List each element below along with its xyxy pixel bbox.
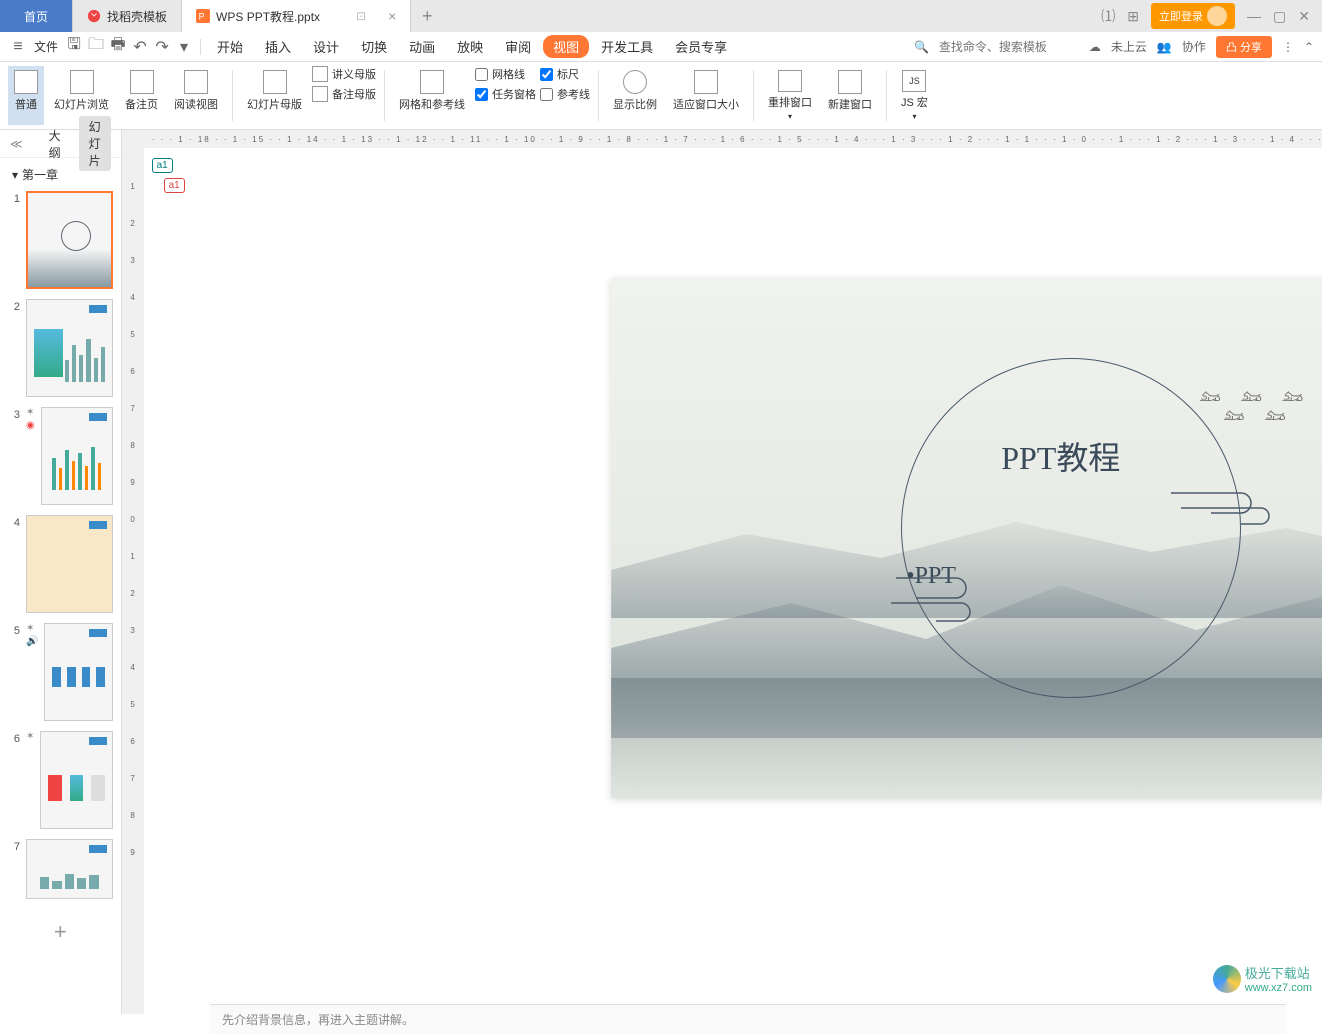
- horizontal-ruler[interactable]: · · · 1 · 18 · · 1 · 15 · · 1 · 14 · · 1…: [122, 130, 1322, 148]
- view-jsmacro[interactable]: JSJS 宏 ▾: [895, 66, 934, 125]
- mountain-bg: [611, 678, 1322, 798]
- view-notesmaster[interactable]: 备注母版: [312, 86, 376, 102]
- check-ruler[interactable]: [540, 68, 553, 81]
- collab-icon[interactable]: 👥: [1157, 40, 1172, 54]
- hamburger-icon[interactable]: ≡: [8, 37, 28, 57]
- slide-thumb-1[interactable]: [26, 191, 113, 289]
- close-icon[interactable]: ×: [388, 8, 396, 24]
- tab-transition[interactable]: 切换: [351, 37, 397, 56]
- tab-start[interactable]: 开始: [207, 37, 253, 56]
- check-guides[interactable]: [540, 88, 553, 101]
- tab-insert[interactable]: 插入: [255, 37, 301, 56]
- watermark: 极光下载站www.xz7.com: [1213, 963, 1312, 994]
- audio-icon: 🔊: [26, 636, 38, 647]
- slide-number: 4: [8, 515, 20, 613]
- tab-view[interactable]: 视图: [543, 35, 589, 58]
- pane-icon[interactable]: ⑴: [1101, 6, 1115, 26]
- embed-icon: ◉: [26, 420, 35, 431]
- tab-current-file[interactable]: P WPS PPT教程.pptx ⊡ ×: [182, 0, 411, 32]
- collapse-panel-icon[interactable]: ≪: [10, 137, 23, 151]
- svg-text:P: P: [199, 12, 205, 22]
- comment-marker-a1[interactable]: a1: [152, 158, 173, 173]
- tab-show[interactable]: 放映: [447, 37, 493, 56]
- save-icon[interactable]: 🖫: [64, 37, 84, 57]
- add-slide-button[interactable]: +: [8, 909, 113, 955]
- tab-home[interactable]: 首页: [0, 0, 73, 32]
- check-taskpane[interactable]: [475, 88, 488, 101]
- view-gridguides[interactable]: 网格和参考线: [393, 66, 471, 125]
- comment-marker-a1-reply[interactable]: a1: [164, 178, 185, 193]
- tab-devtools[interactable]: 开发工具: [591, 37, 663, 56]
- slide-number: 2: [8, 299, 20, 397]
- view-slidemaster[interactable]: 幻灯片母版: [241, 66, 308, 125]
- tab-templates[interactable]: 找稻壳模板: [73, 0, 182, 32]
- view-normal[interactable]: 普通: [8, 66, 44, 125]
- search-input[interactable]: [939, 40, 1079, 54]
- print-icon[interactable]: 🖶: [108, 37, 128, 57]
- chapter-heading[interactable]: ▾ 第一章: [0, 158, 121, 191]
- view-reading[interactable]: 阅读视图: [168, 66, 224, 125]
- new-tab-button[interactable]: +: [411, 6, 443, 27]
- tab-review[interactable]: 审阅: [495, 37, 541, 56]
- collapse-ribbon-icon[interactable]: ⌃: [1304, 40, 1314, 54]
- check-gridlines[interactable]: [475, 68, 488, 81]
- dropdown-icon[interactable]: ▾: [174, 37, 194, 57]
- view-arrangewin[interactable]: 重排窗口 ▾: [762, 66, 818, 125]
- slide-number: 1: [8, 191, 20, 289]
- tab-menu-icon[interactable]: ⊡: [356, 9, 366, 23]
- slide-canvas[interactable]: PPT教程 •PPT 𐦐 𐦐 𐦐 𐦐 𐦐: [611, 278, 1322, 798]
- title-tabbar: 首页 找稻壳模板 P WPS PPT教程.pptx ⊡ × + ⑴ ⊞ 立即登录…: [0, 0, 1322, 32]
- slide-thumb-4[interactable]: [26, 515, 113, 613]
- slide-thumb-2[interactable]: [26, 299, 113, 397]
- minimize-icon[interactable]: —: [1247, 8, 1261, 24]
- anim-icon: ✶: [26, 623, 38, 634]
- canvas-area[interactable]: a1 a1 PPT教程 •PPT 𐦐 𐦐 𐦐 𐦐 𐦐 整套 背景: [144, 148, 1322, 1014]
- ppt-icon: P: [196, 9, 210, 23]
- redo-icon[interactable]: ↷: [152, 37, 172, 57]
- outline-tab[interactable]: 大纲: [39, 125, 71, 163]
- slide-thumb-5[interactable]: [44, 623, 112, 721]
- birds-icon: 𐦐 𐦐 𐦐 𐦐 𐦐: [1199, 388, 1311, 426]
- tab-animation[interactable]: 动画: [399, 37, 445, 56]
- cloud-icon[interactable]: ☁: [1089, 40, 1101, 54]
- ribbon-view: 普通 幻灯片浏览 备注页 阅读视图 幻灯片母版 讲义母版 备注母版 网格和参考线…: [0, 62, 1322, 130]
- more-icon[interactable]: ⋮: [1282, 40, 1294, 54]
- watermark-logo-icon: [1213, 965, 1241, 993]
- cloud-ornament: [1166, 478, 1286, 528]
- tab-member[interactable]: 会员专享: [665, 37, 737, 56]
- cloud-ornament: [886, 568, 996, 628]
- menubar: ≡ 文件 🖫 🗀 🖶 ↶ ↷ ▾ 开始 插入 设计 切换 动画 放映 审阅 视图…: [0, 32, 1322, 62]
- notes-bar[interactable]: 先介绍背景信息，再进入主题讲解。: [210, 1004, 1286, 1034]
- maximize-icon[interactable]: ▢: [1273, 8, 1286, 25]
- undo-icon[interactable]: ↶: [130, 37, 150, 57]
- view-zoom[interactable]: 显示比例: [607, 66, 663, 125]
- save-as-icon[interactable]: 🗀: [86, 37, 106, 57]
- view-notespage[interactable]: 备注页: [119, 66, 164, 125]
- anim-icon: ✶: [26, 407, 35, 418]
- vertical-ruler[interactable]: 1234567890123456789: [122, 148, 144, 1014]
- close-window-icon[interactable]: ✕: [1298, 8, 1310, 25]
- slide-thumb-3[interactable]: [41, 407, 113, 505]
- slide-number: 5: [8, 623, 20, 721]
- slide-thumb-7[interactable]: [26, 839, 113, 899]
- slide-number: 3: [8, 407, 20, 505]
- view-fitwindow[interactable]: 适应窗口大小: [667, 66, 745, 125]
- docer-icon: [87, 9, 101, 23]
- login-button[interactable]: 立即登录: [1151, 3, 1235, 29]
- share-button[interactable]: 凸 分享: [1216, 36, 1272, 58]
- slide-thumb-6[interactable]: [40, 731, 112, 829]
- view-newwin[interactable]: 新建窗口: [822, 66, 878, 125]
- decorative-circle: [901, 358, 1241, 698]
- slide-number: 7: [8, 839, 20, 899]
- slide-number: 6: [8, 731, 20, 829]
- grid-icon[interactable]: ⊞: [1127, 8, 1139, 25]
- slide-title[interactable]: PPT教程: [1001, 433, 1120, 479]
- file-menu[interactable]: 文件: [34, 38, 58, 55]
- tab-design[interactable]: 设计: [303, 37, 349, 56]
- search-icon[interactable]: 🔍: [914, 40, 929, 54]
- avatar-icon: [1207, 6, 1227, 26]
- slide-panel: ≪ 大纲 幻灯片 ▾ 第一章 1 2 3 ✶◉ 4 5 ✶🔊 6 ✶ 7: [0, 130, 122, 1014]
- view-lecturemaster[interactable]: 讲义母版: [312, 66, 376, 82]
- anim-icon: ✶: [26, 731, 34, 742]
